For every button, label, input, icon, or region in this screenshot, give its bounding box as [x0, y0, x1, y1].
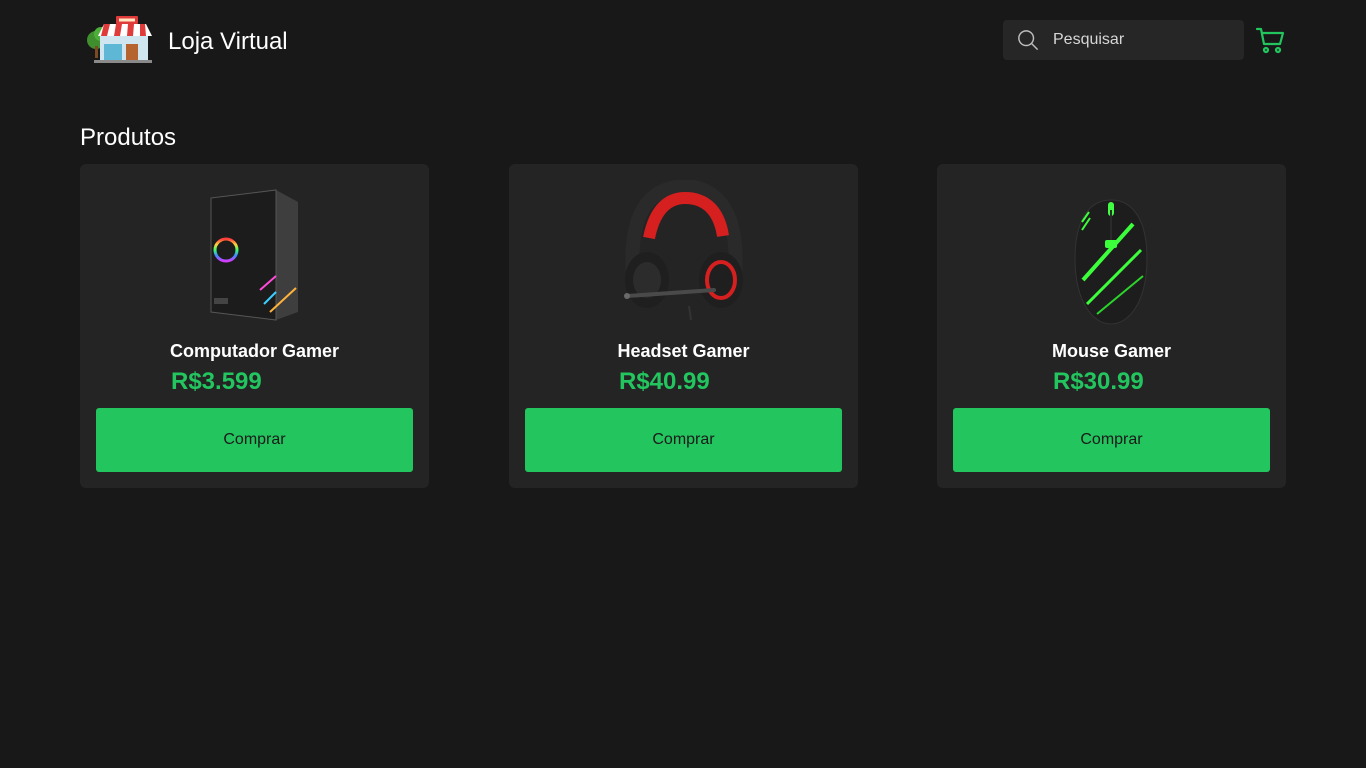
product-name: Headset Gamer	[617, 341, 750, 361]
product-price: R$3.599	[171, 368, 262, 395]
product-card: Mouse Gamer R$30.99 Comprar	[937, 164, 1286, 488]
pc-case-icon	[210, 189, 298, 321]
product-price: R$30.99	[1053, 368, 1144, 395]
product-card: Headset Gamer R$40.99 Comprar	[509, 164, 858, 488]
shopping-cart-icon[interactable]	[1255, 26, 1285, 54]
section-title: Produtos	[80, 124, 177, 151]
product-name: Computador Gamer	[169, 341, 340, 361]
search-icon[interactable]	[1017, 29, 1039, 51]
product-card: Computador Gamer R$3.599 Comprar	[80, 164, 429, 488]
buy-button[interactable]: Comprar	[96, 408, 413, 472]
brand-title[interactable]: Loja Virtual	[168, 27, 288, 57]
buy-button[interactable]: Comprar	[953, 408, 1270, 472]
product-price: R$40.99	[619, 368, 710, 395]
search-input[interactable]	[1051, 20, 1237, 60]
shop-logo-icon[interactable]	[86, 14, 154, 64]
mouse-icon	[1074, 199, 1148, 325]
buy-button[interactable]: Comprar	[525, 408, 842, 472]
product-name: Mouse Gamer	[1051, 341, 1172, 361]
search-box[interactable]	[1003, 20, 1244, 60]
site-header: Loja Virtual	[0, 0, 1366, 82]
headset-icon	[624, 180, 743, 321]
